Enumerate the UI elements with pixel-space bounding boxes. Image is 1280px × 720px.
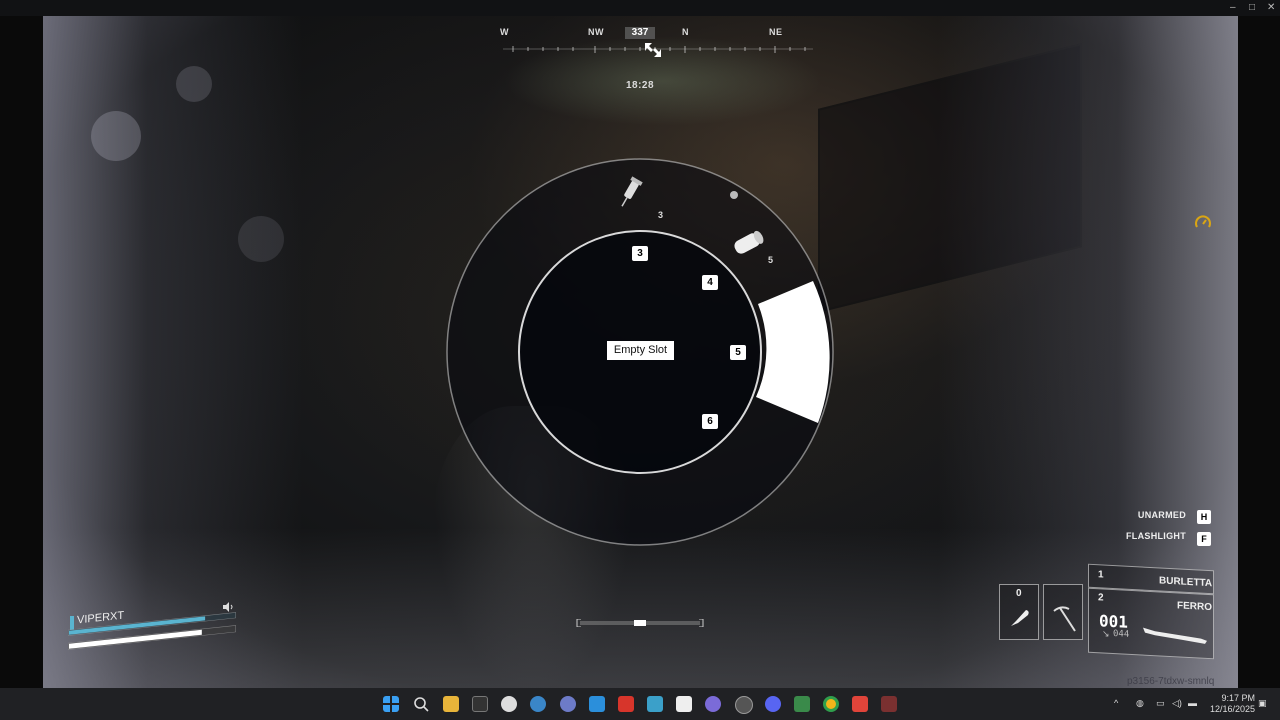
ammo-reserve-icon: ↘	[1102, 628, 1110, 639]
chrome-icon[interactable]	[823, 696, 839, 712]
wheel-slot-3[interactable]: 3	[632, 246, 648, 261]
melee-slot[interactable]: 0	[999, 584, 1039, 640]
weapon-slot-2-name: FERRO	[1177, 600, 1212, 614]
microphone-icon[interactable]: ◍	[1136, 698, 1144, 709]
windows-start-icon[interactable]	[383, 696, 399, 712]
taskbar-time[interactable]: 9:17 PM	[1215, 693, 1255, 703]
notes-icon[interactable]	[647, 696, 663, 712]
hotkey-unarmed-key[interactable]: H	[1197, 510, 1211, 524]
weapon-slot-1-name: BURLETTA	[1159, 575, 1213, 590]
voice-speaker-icon	[223, 602, 233, 612]
discord-icon[interactable]	[765, 696, 781, 712]
ammo-reserve: 044	[1113, 629, 1130, 640]
network-icon[interactable]: ▭	[1156, 698, 1165, 709]
tool-slot[interactable]	[1043, 584, 1083, 640]
empty-slot-label: Empty Slot	[607, 341, 674, 360]
compass-north: N	[682, 27, 689, 37]
player-marker	[70, 616, 74, 630]
knife-icon	[1011, 610, 1029, 626]
weapon-slot-2-number: 2	[1098, 592, 1104, 604]
pickaxe-icon	[1053, 606, 1076, 632]
teams-icon[interactable]	[705, 696, 721, 712]
tray-chevron-icon[interactable]: ^	[1114, 698, 1118, 708]
hotkey-flashlight-label: FLASHLIGHT	[1126, 531, 1186, 541]
search-icon[interactable]	[413, 696, 429, 712]
game-clock: 18:28	[625, 80, 655, 91]
app-compass-icon[interactable]	[501, 696, 517, 712]
terminal-icon[interactable]	[472, 696, 488, 712]
syringe-count: 3	[658, 210, 664, 220]
battery-icon[interactable]: ▬	[1188, 698, 1197, 708]
weapon-slot-1-number: 1	[1098, 569, 1104, 581]
wheel-slot-6[interactable]: 6	[702, 414, 718, 429]
vivaldi-icon[interactable]	[618, 696, 634, 712]
app-orb-icon[interactable]	[560, 696, 576, 712]
window-titlebar: – □ ✕	[0, 0, 1280, 16]
compass-west: W	[500, 27, 509, 37]
weapon-slot-2[interactable]: 2 FERRO 001 ↘ 044	[1088, 587, 1214, 660]
lens-flare	[238, 216, 284, 262]
close-icon[interactable]: ✕	[1267, 1, 1275, 15]
wheel-slot-5[interactable]: 5	[730, 345, 746, 360]
melee-slot-number: 0	[1016, 588, 1022, 599]
lens-flare	[176, 66, 212, 102]
windows-taskbar: ^ ◍ ▭ ◁) ▬ 9:17 PM 12/16/2025 ▣	[0, 688, 1280, 720]
taskbar-date[interactable]: 12/16/2025	[1205, 704, 1255, 714]
speed-gauge-icon	[1195, 215, 1211, 228]
lens-flare	[91, 111, 141, 161]
obs-icon[interactable]	[735, 696, 753, 714]
app-m-icon[interactable]	[852, 696, 868, 712]
wheel-scroll-indicator	[576, 619, 704, 627]
objective-marker-icon	[645, 43, 661, 57]
bandage-count: 5	[768, 255, 774, 265]
compass-northeast: NE	[769, 27, 783, 37]
notifications-icon[interactable]: ▣	[1258, 698, 1267, 709]
compass-heading: 337	[625, 27, 655, 39]
maximize-icon[interactable]: □	[1249, 1, 1255, 15]
game-app-icon[interactable]	[881, 696, 897, 712]
vscode-icon[interactable]	[589, 696, 605, 712]
app-check-icon[interactable]	[530, 696, 546, 712]
compass-northwest: NW	[588, 27, 604, 37]
file-explorer-icon[interactable]	[443, 696, 459, 712]
session-id: p3156-7tdxw-smnlq	[1127, 676, 1215, 687]
screen-capture-icon[interactable]	[794, 696, 810, 712]
shotgun-icon	[1143, 627, 1207, 644]
hotkey-flashlight-key[interactable]: F	[1197, 532, 1211, 546]
minimize-icon[interactable]: –	[1230, 1, 1236, 15]
wheel-slot-4[interactable]: 4	[702, 275, 718, 290]
notion-icon[interactable]	[676, 696, 692, 712]
volume-icon[interactable]: ◁)	[1172, 698, 1182, 709]
hotkey-unarmed-label: UNARMED	[1137, 510, 1186, 520]
